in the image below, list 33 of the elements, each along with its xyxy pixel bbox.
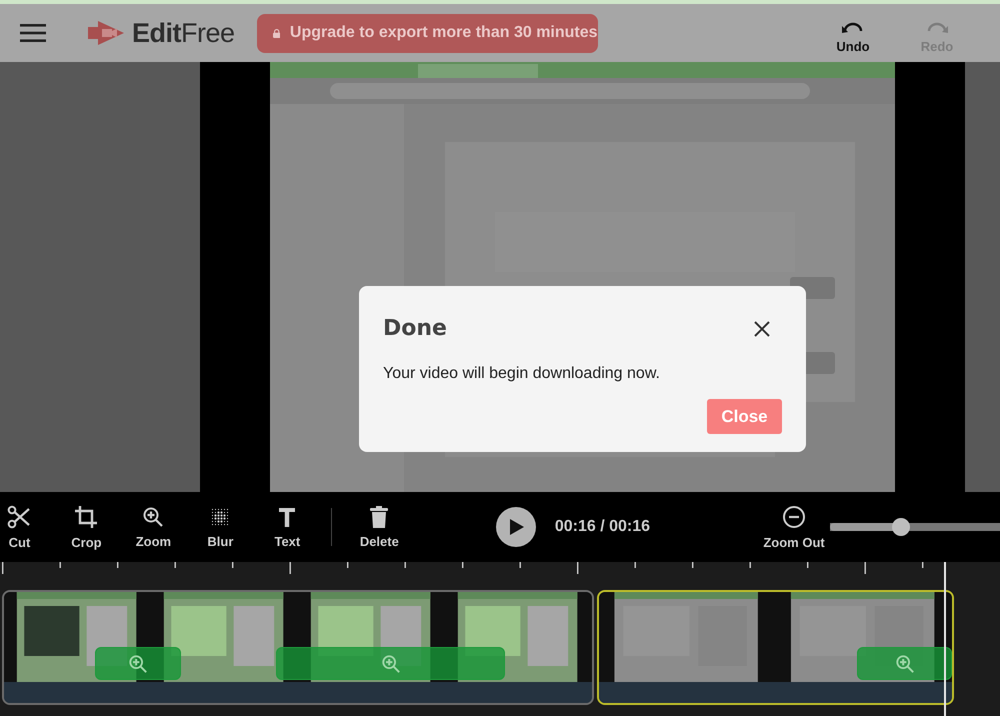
cut-tool-button[interactable]: Cut: [0, 504, 39, 550]
play-button[interactable]: [496, 507, 536, 547]
close-icon[interactable]: [754, 320, 770, 336]
zoom-segment[interactable]: [95, 647, 181, 680]
play-icon: [510, 519, 524, 535]
zoom-in-icon: [894, 654, 914, 674]
delete-tool-button[interactable]: Delete: [360, 506, 399, 548]
time-display: 00:16 / 00:16: [554, 518, 650, 536]
trash-icon: [370, 506, 388, 528]
video-clip[interactable]: [2, 590, 594, 705]
undo-button[interactable]: Undo: [828, 20, 878, 54]
dialog-message: Your video will begin downloading now.: [383, 365, 661, 383]
text-tool-button[interactable]: Text: [268, 506, 307, 548]
video-clip[interactable]: [597, 590, 954, 705]
zoom-tool-button[interactable]: Zoom: [134, 506, 173, 548]
zoom-out-button[interactable]: Zoom Out: [765, 504, 824, 550]
zoom-in-icon: [128, 654, 148, 674]
slider-thumb[interactable]: [892, 518, 910, 536]
menu-icon[interactable]: [20, 23, 46, 43]
zoom-segment[interactable]: [857, 647, 952, 680]
logo-text: EditFree: [132, 18, 235, 48]
text-icon: [277, 506, 298, 528]
redo-icon: [926, 20, 948, 34]
logo-icon: [88, 18, 126, 48]
zoom-in-icon: [380, 654, 400, 674]
dialog-title: Done: [383, 316, 447, 341]
zoom-out-icon: [782, 504, 806, 528]
blur-tool-button[interactable]: Blur: [200, 506, 240, 548]
undo-icon: [842, 20, 864, 34]
crop-icon: [74, 504, 98, 528]
scissors-icon: [7, 504, 32, 528]
zoom-in-icon: [142, 506, 164, 528]
crop-tool-button[interactable]: Crop: [66, 504, 106, 550]
